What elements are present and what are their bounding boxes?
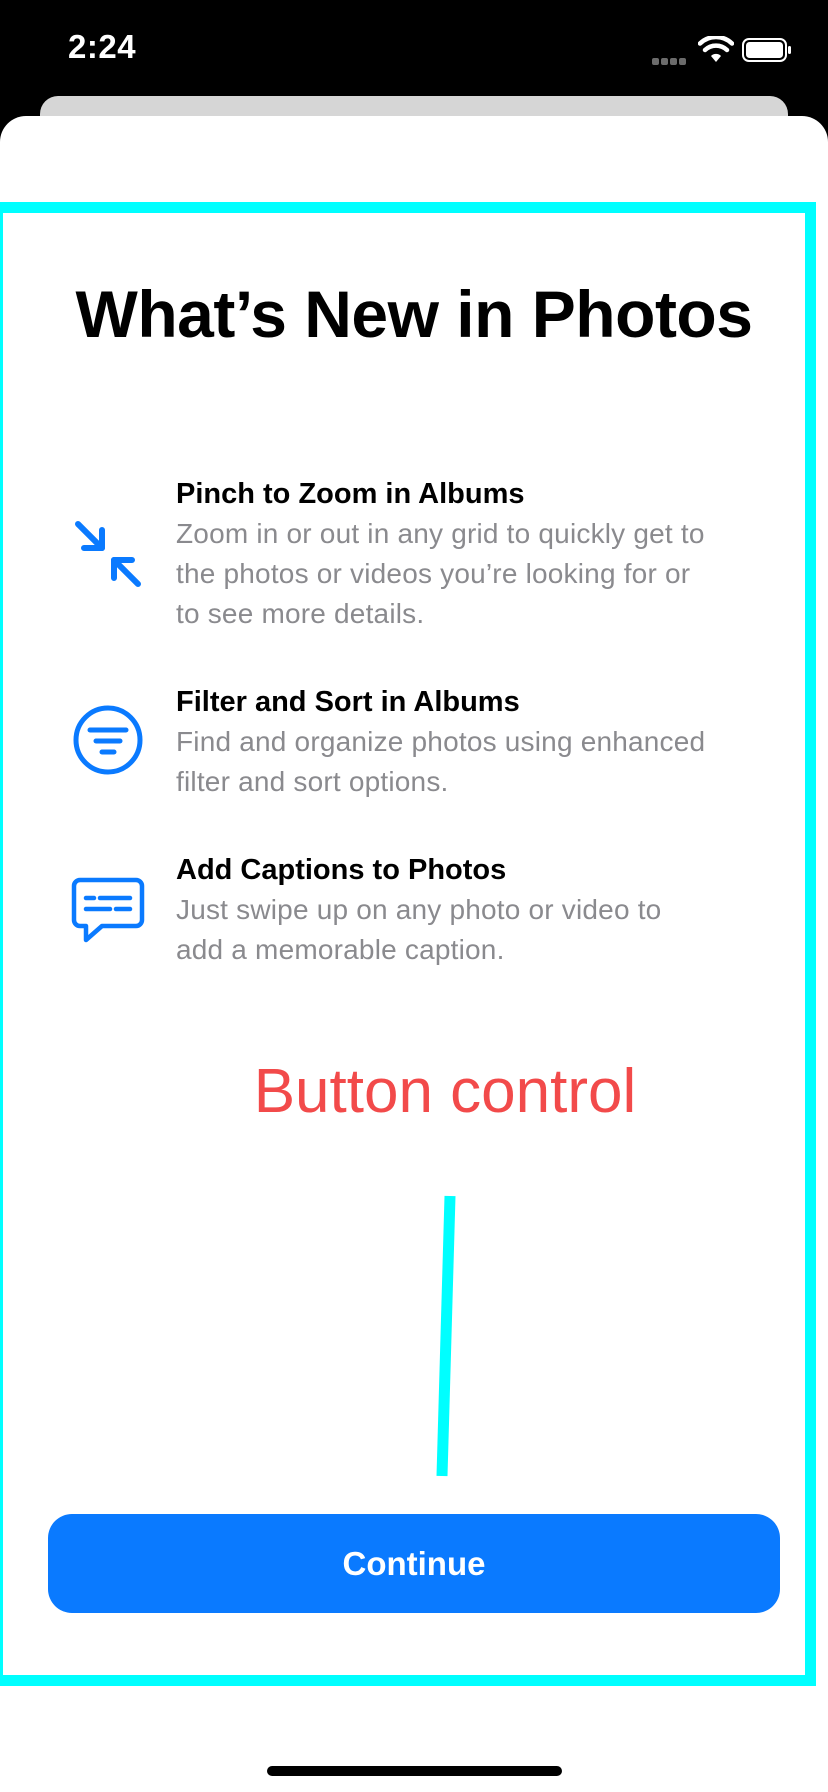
status-bar: 2:24 — [0, 0, 828, 100]
annotation-highlight-box — [0, 202, 816, 1686]
continue-button[interactable]: Continue — [48, 1514, 780, 1613]
cellular-signal-icon — [652, 52, 688, 70]
home-indicator[interactable] — [267, 1766, 562, 1776]
status-time: 2:24 — [68, 28, 137, 65]
annotation-label: Button control — [253, 1057, 637, 1126]
wifi-icon — [698, 36, 734, 62]
battery-icon — [742, 38, 791, 62]
